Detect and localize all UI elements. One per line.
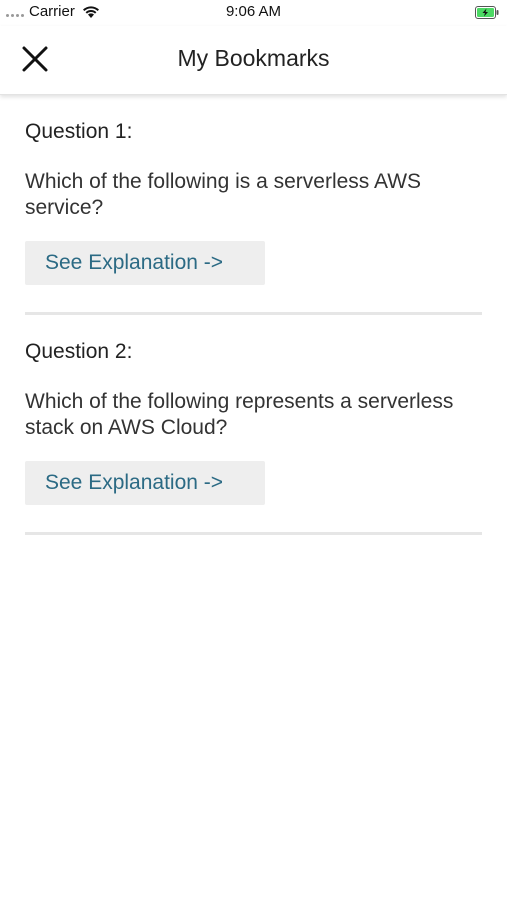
question-card: Question 2: Which of the following repre… (0, 315, 507, 535)
see-explanation-button[interactable]: See Explanation -> (25, 241, 265, 285)
bookmarks-list: Question 1: Which of the following is a … (0, 95, 507, 535)
question-heading: Question 1: (25, 120, 133, 143)
divider (25, 532, 482, 535)
status-time: 9:06 AM (225, 3, 282, 20)
status-bar: Carrier 9:06 AM (0, 0, 507, 26)
question-text: Which of the following is a serverless A… (25, 170, 422, 219)
question-card: Question 1: Which of the following is a … (0, 95, 507, 315)
battery-charging-icon (475, 6, 499, 19)
question-text: Which of the following represents a serv… (25, 390, 454, 439)
question-heading: Question 2: (25, 340, 133, 363)
navigation-bar: My Bookmarks (0, 26, 507, 95)
see-explanation-button[interactable]: See Explanation -> (25, 461, 265, 505)
page-title: My Bookmarks (177, 45, 330, 71)
